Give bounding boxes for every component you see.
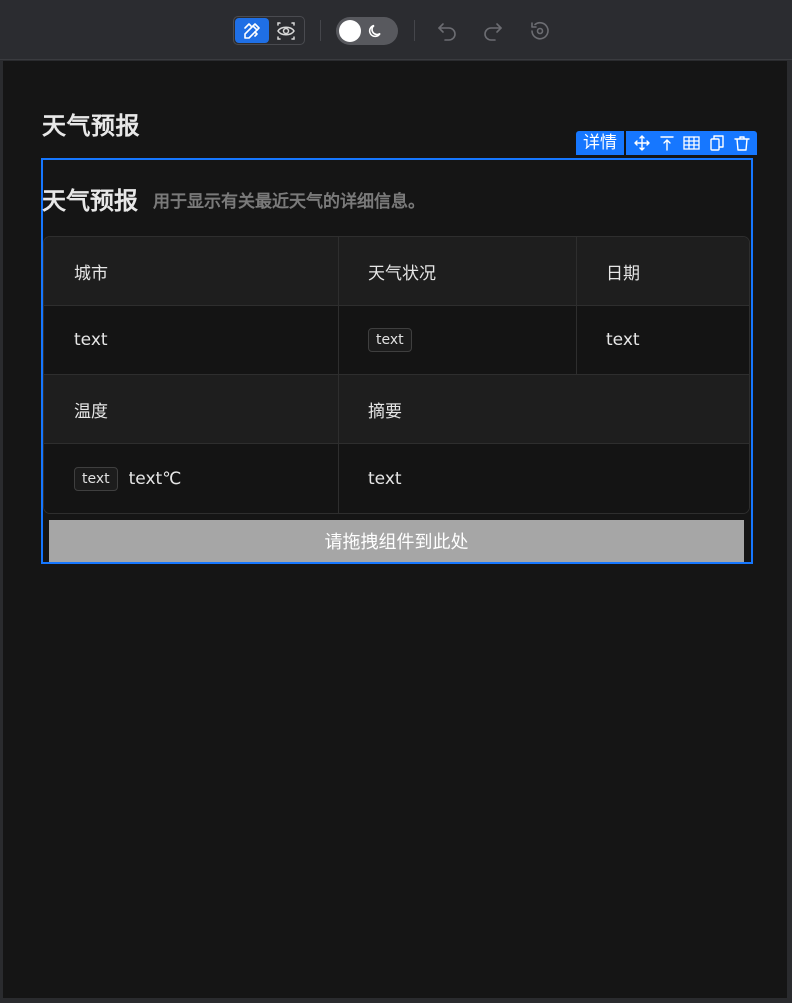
toolbar-divider xyxy=(320,20,321,41)
date-label: 日期 xyxy=(606,263,640,284)
preview-eye-icon xyxy=(277,21,295,40)
condition-tag: text xyxy=(368,328,412,352)
toolbar-divider xyxy=(414,20,415,41)
row-divider xyxy=(44,443,749,444)
column-divider xyxy=(576,237,577,374)
delete-button[interactable] xyxy=(732,134,751,153)
label-row: 温度 摘要 xyxy=(44,375,749,443)
summary-value: text xyxy=(368,468,402,489)
component-drop-zone[interactable]: 请拖拽组件到此处 xyxy=(49,520,744,562)
theme-toggle[interactable] xyxy=(336,17,398,45)
selection-toolbar: 详情 xyxy=(576,131,757,155)
copy-button[interactable] xyxy=(707,134,726,153)
canvas-right-edge xyxy=(787,61,792,998)
move-icon xyxy=(633,135,650,151)
detail-button[interactable]: 详情 xyxy=(576,131,624,155)
undo-button[interactable] xyxy=(434,18,460,44)
toggle-knob xyxy=(339,20,361,42)
value-row: text text text xyxy=(44,306,749,374)
redo-button[interactable] xyxy=(480,18,506,44)
editor-toolbar xyxy=(0,0,792,60)
date-value: text xyxy=(606,330,640,350)
card-title: 天气预报 xyxy=(42,187,138,215)
label-row: 城市 天气状况 日期 xyxy=(44,237,749,305)
copy-icon xyxy=(709,135,724,151)
temperature-tag: text xyxy=(74,466,118,491)
moon-icon xyxy=(368,24,381,38)
temperature-text: text℃ xyxy=(128,468,182,489)
page-title: 天气预报 xyxy=(42,112,140,140)
summary-label: 摘要 xyxy=(368,401,402,422)
city-label: 城市 xyxy=(74,263,108,284)
move-button[interactable] xyxy=(632,134,651,153)
weather-descriptions-table: 城市 天气状况 日期 text text text 温度 摘要 text tex… xyxy=(43,236,750,514)
table-button[interactable] xyxy=(682,134,701,153)
mode-switch xyxy=(233,16,305,45)
condition-label: 天气状况 xyxy=(368,263,436,284)
redo-icon xyxy=(484,23,502,41)
history-reset-icon xyxy=(531,21,549,40)
card-subtitle: 用于显示有关最近天气的详细信息。 xyxy=(153,192,425,212)
temperature-value: text text℃ xyxy=(44,444,338,513)
history-reset-button[interactable] xyxy=(527,18,553,44)
design-mode-button[interactable] xyxy=(235,18,269,43)
city-value: text xyxy=(74,330,108,350)
temperature-label: 温度 xyxy=(74,401,108,422)
row-divider xyxy=(44,374,749,375)
row-divider xyxy=(44,305,749,306)
preview-mode-button[interactable] xyxy=(269,18,303,43)
table-icon xyxy=(683,136,700,150)
column-divider xyxy=(338,237,339,513)
design-pencil-ruler-icon xyxy=(244,22,260,39)
selection-actions xyxy=(626,131,757,155)
condition-value: text xyxy=(338,306,576,374)
move-to-top-icon xyxy=(659,136,674,151)
undo-icon xyxy=(438,23,456,41)
move-to-top-button[interactable] xyxy=(657,134,676,153)
value-row: text text℃ text xyxy=(44,444,749,513)
delete-icon xyxy=(733,136,750,151)
